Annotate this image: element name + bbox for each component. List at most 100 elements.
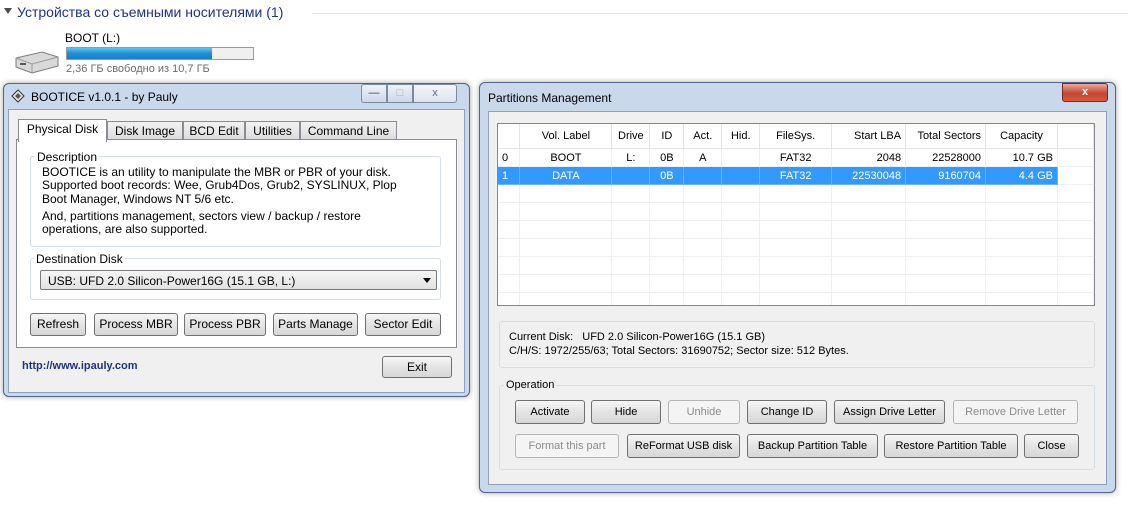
table-cell (721, 148, 761, 167)
table-row-empty (498, 292, 1094, 305)
column-header-active[interactable]: Act. (683, 124, 723, 149)
partition-table[interactable]: Vol. Label Drive ID Act. Hid. FileSys. S… (497, 123, 1095, 306)
description-label: Description (35, 150, 100, 164)
app-icon (11, 89, 25, 103)
hide-button[interactable]: Hide (591, 400, 661, 424)
backup-partition-table-button[interactable]: Backup Partition Table (747, 434, 878, 458)
column-header-capacity[interactable]: Capacity (985, 124, 1058, 149)
current-disk-value: UFD 2.0 Silicon-Power16G (15.1 GB) (582, 331, 766, 343)
table-row-selected[interactable]: 1 DATA 0B FAT32 22530048 9160704 4.4 GB (498, 166, 1094, 185)
table-cell (1057, 166, 1094, 185)
tab-bcd-edit[interactable]: BCD Edit (183, 121, 245, 140)
website-link[interactable]: http://www.ipauly.com (22, 360, 138, 372)
column-header-drive[interactable]: Drive (611, 124, 651, 149)
column-header-start-lba[interactable]: Start LBA (831, 124, 907, 149)
chs-info: C/H/S: 1972/255/63; Total Sectors: 31690… (509, 345, 849, 357)
maximize-button[interactable]: □ (387, 84, 413, 103)
table-cell: BOOT (519, 148, 613, 167)
table-cell: 22530048 (831, 166, 907, 185)
table-cell: 9160704 (905, 166, 987, 185)
close-button[interactable]: x (413, 84, 457, 103)
format-part-button[interactable]: Format this part (515, 434, 619, 458)
table-row[interactable]: 0 BOOT L: 0B A FAT32 2048 22528000 10.7 … (498, 148, 1094, 167)
column-header-index[interactable] (498, 124, 521, 149)
table-cell: FAT32 (759, 166, 833, 185)
table-cell: 0 (498, 148, 521, 167)
column-header-vol-label[interactable]: Vol. Label (519, 124, 613, 149)
tab-physical-disk[interactable]: Physical Disk (18, 119, 107, 142)
column-header-filesys[interactable]: FileSys. (759, 124, 833, 149)
table-cell: A (683, 148, 723, 167)
drive-name[interactable]: BOOT (L:) (65, 31, 120, 45)
table-cell: FAT32 (759, 148, 833, 167)
minimize-button[interactable]: — (361, 84, 387, 103)
table-row-empty (498, 256, 1094, 275)
chevron-down-icon (423, 278, 431, 283)
current-disk-info: Current Disk: UFD 2.0 Silicon-Power16G (… (509, 331, 765, 343)
table-cell (1057, 148, 1094, 167)
table-cell: 0B (649, 148, 685, 167)
table-cell: 10.7 GB (985, 148, 1058, 167)
table-cell (611, 166, 651, 185)
description-text: BOOTICE is an utility to manipulate the … (42, 165, 437, 237)
change-id-button[interactable]: Change ID (747, 400, 827, 424)
assign-drive-letter-button[interactable]: Assign Drive Letter (834, 400, 945, 424)
drive-usage-bar (66, 47, 254, 60)
table-row-empty (498, 274, 1094, 293)
process-mbr-button[interactable]: Process MBR (94, 313, 178, 336)
section-title: Устройства со съемными носителями (1) (17, 4, 284, 20)
table-cell: L: (611, 148, 651, 167)
explorer-section-header[interactable]: Устройства со съемными носителями (1) (0, 0, 1128, 28)
description-line: operations, are also supported. (42, 222, 208, 237)
close-dialog-button[interactable]: Close (1024, 434, 1079, 458)
current-disk-label: Current Disk: (509, 331, 574, 343)
window-title: Partitions Management (488, 91, 612, 105)
reformat-usb-button[interactable]: ReFormat USB disk (627, 434, 740, 458)
description-line: Boot Manager, Windows NT 5/6 etc. (42, 191, 234, 206)
drive-free-space: 2,36 ГБ свободно из 10,7 ГБ (66, 63, 210, 75)
column-header-filler (1057, 124, 1094, 149)
table-cell: 22528000 (905, 148, 987, 167)
destination-disk-value: USB: UFD 2.0 Silicon-Power16G (15.1 GB, … (48, 274, 296, 288)
section-divider (312, 13, 1128, 14)
table-cell: 4.4 GB (985, 166, 1058, 185)
remove-drive-letter-button[interactable]: Remove Drive Letter (953, 400, 1078, 424)
description-line: Supported boot records: Wee, Grub4Dos, G… (42, 178, 397, 193)
table-row-empty (498, 238, 1094, 257)
table-row-empty (498, 184, 1094, 203)
drive-usage-fill (67, 48, 213, 59)
window-title: BOOTICE v1.0.1 - by Pauly (31, 90, 178, 104)
description-line: And, partitions management, sectors view… (42, 208, 361, 223)
column-header-hidden[interactable]: Hid. (721, 124, 761, 149)
close-button[interactable]: x (1062, 83, 1108, 102)
table-cell (721, 166, 761, 185)
column-header-id[interactable]: ID (649, 124, 685, 149)
tab-strip: Physical Disk Disk Image BCD Edit Utilit… (18, 119, 458, 142)
tab-disk-image[interactable]: Disk Image (107, 121, 183, 140)
usb-drive-icon[interactable] (12, 48, 60, 76)
table-row-empty (498, 202, 1094, 221)
tab-utilities[interactable]: Utilities (245, 121, 300, 140)
table-cell: 2048 (831, 148, 907, 167)
tab-command-line[interactable]: Command Line (300, 121, 397, 140)
column-header-total-sectors[interactable]: Total Sectors (905, 124, 987, 149)
description-line: BOOTICE is an utility to manipulate the … (42, 165, 391, 179)
destination-disk-label: Destination Disk (34, 252, 125, 266)
unhide-button[interactable]: Unhide (668, 400, 740, 424)
operation-label: Operation (504, 379, 557, 391)
table-cell: DATA (519, 166, 613, 185)
collapse-arrow-icon[interactable] (4, 8, 12, 14)
parts-manage-button[interactable]: Parts Manage (273, 313, 358, 336)
sector-edit-button[interactable]: Sector Edit (365, 313, 441, 336)
exit-button[interactable]: Exit (382, 356, 452, 378)
table-row-empty (498, 220, 1094, 239)
refresh-button[interactable]: Refresh (30, 313, 86, 336)
activate-button[interactable]: Activate (515, 400, 585, 424)
table-header-row: Vol. Label Drive ID Act. Hid. FileSys. S… (498, 124, 1094, 149)
destination-disk-select[interactable]: USB: UFD 2.0 Silicon-Power16G (15.1 GB, … (40, 270, 437, 290)
restore-partition-table-button[interactable]: Restore Partition Table (884, 434, 1018, 458)
table-cell: 0B (649, 166, 685, 185)
table-cell (683, 166, 723, 185)
process-pbr-button[interactable]: Process PBR (184, 313, 266, 336)
table-cell: 1 (498, 166, 521, 185)
